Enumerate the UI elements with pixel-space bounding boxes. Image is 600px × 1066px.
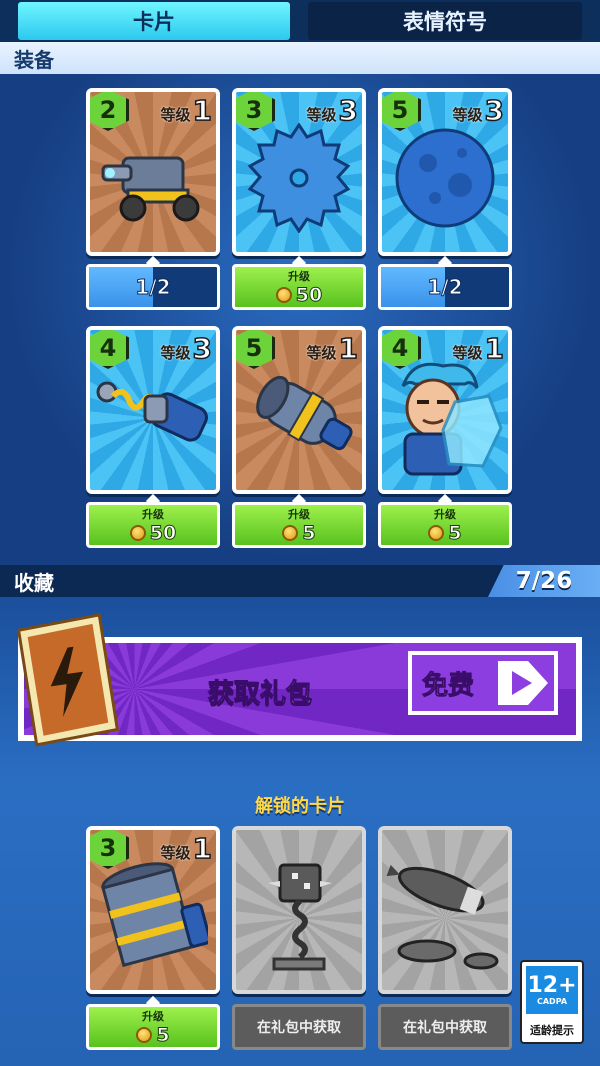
free-pack-button[interactable]: 免费 (408, 651, 558, 715)
barrel-cannon-icon (101, 862, 208, 968)
upgrade-button[interactable]: 升级 5 (232, 502, 366, 548)
card-pack-icon (16, 613, 120, 747)
age-rating-badge: 12+ CADPA 适龄提示 (520, 960, 584, 1044)
equip-section-header: 装备 (0, 42, 600, 74)
saw-blade-icon (247, 123, 351, 234)
unlocked-cards-title: 解锁的卡片 (255, 796, 345, 817)
equipped-card-1[interactable]: 2 等级 1 (86, 88, 220, 256)
spiked-mace-icon (268, 863, 332, 971)
equipped-card-6[interactable]: 4 等级 1 (378, 326, 512, 494)
card-level: 等级 3 (306, 93, 359, 128)
coin-icon (428, 525, 445, 541)
locked-card-1[interactable] (232, 826, 366, 994)
coin-icon (136, 1027, 153, 1043)
upgrade-button[interactable]: 升级 5 (86, 1004, 220, 1050)
card-progress-bar: 1/2 (86, 264, 220, 310)
locked-card-2[interactable] (378, 826, 512, 994)
spring-gun-icon (96, 381, 208, 442)
age-rating-org: CADPA (536, 996, 568, 1006)
upgrade-button[interactable]: 升级 50 (232, 264, 366, 310)
age-rating-caption: 适龄提示 (530, 1024, 574, 1037)
get-in-pack-label: 在礼包中获取 (232, 1004, 366, 1050)
coin-icon (129, 525, 146, 541)
card-level: 等级 3 (452, 93, 505, 128)
play-arrow-icon (498, 661, 548, 705)
elixir-cost-badge: 2 (90, 92, 129, 131)
banner-title: 获取礼包 (207, 679, 313, 710)
equipped-card-3[interactable]: 5 等级 3 (378, 88, 512, 256)
equipped-card-2[interactable]: 3 等级 3 (232, 88, 366, 256)
equip-section-title: 装备 (14, 47, 54, 72)
meteor-icon (395, 128, 495, 228)
tab-emojis[interactable]: 表情符号 (308, 2, 582, 40)
card-progress-bar: 1/2 (378, 264, 512, 310)
coin-icon (275, 287, 292, 303)
upgrade-button[interactable]: 升级 5 (378, 502, 512, 548)
cannon-cart-icon (101, 156, 200, 222)
elixir-cost-badge: 4 (90, 330, 129, 369)
card-level: 等级 3 (160, 331, 213, 366)
card-level: 等级 1 (306, 331, 359, 366)
collection-section-header: 收藏 7/26 (0, 565, 600, 597)
big-cannon-icon (256, 376, 353, 451)
card-level: 等级 1 (160, 93, 213, 128)
unlocked-card-1[interactable]: 3 等级 1 (86, 826, 220, 994)
missiles-icon (386, 865, 499, 970)
collection-section-title: 收藏 (14, 570, 54, 595)
equipped-card-5[interactable]: 5 等级 1 (232, 326, 366, 494)
hero-shield-icon (401, 363, 503, 476)
tab-bar: 卡片 表情符号 (0, 0, 600, 44)
equipped-card-4[interactable]: 4 等级 3 (86, 326, 220, 494)
tab-cards[interactable]: 卡片 (18, 2, 290, 40)
age-rating-number: 12+ (527, 972, 577, 998)
collection-count: 7/26 (488, 565, 600, 597)
coin-icon (282, 525, 299, 541)
get-in-pack-label: 在礼包中获取 (378, 1004, 512, 1050)
upgrade-button[interactable]: 升级 50 (86, 502, 220, 548)
